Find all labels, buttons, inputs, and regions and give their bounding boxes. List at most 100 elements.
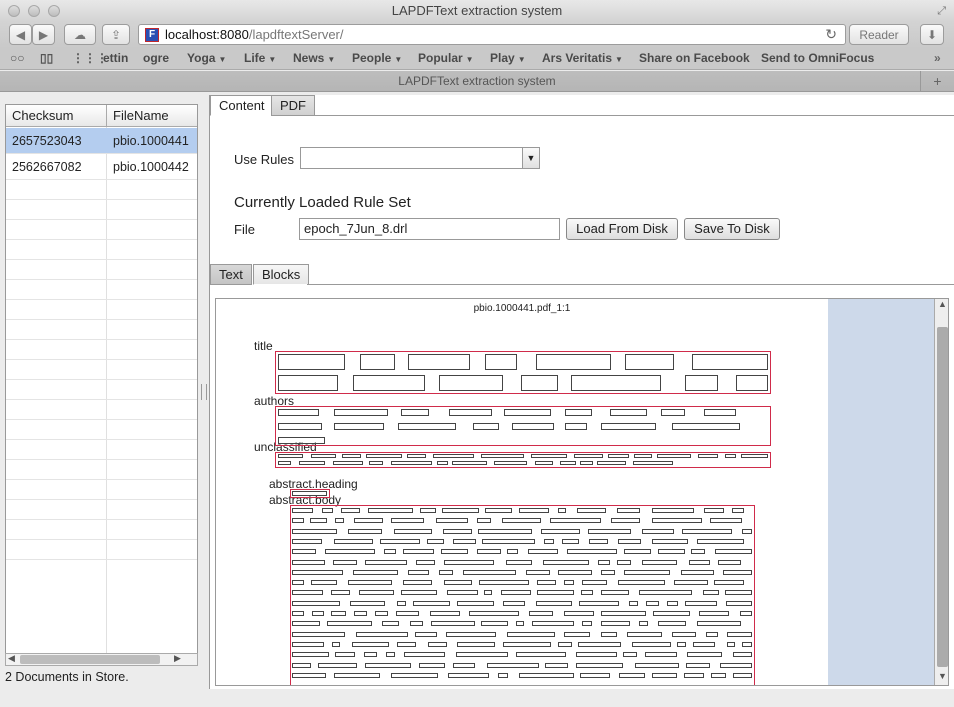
word-box (690, 549, 705, 555)
bookmark-ogre[interactable]: ogre (143, 51, 169, 65)
word-box (348, 580, 392, 586)
word-box (485, 354, 517, 370)
table-row[interactable]: 2657523043 pbio.1000441 (6, 128, 197, 154)
minimize-window-icon[interactable] (28, 5, 40, 17)
word-box (685, 662, 711, 668)
word-box (580, 672, 611, 678)
load-from-disk-button[interactable]: Load From Disk (566, 218, 678, 240)
bookmark-yoga[interactable]: Yoga ▼ (187, 51, 226, 65)
word-box (367, 508, 413, 513)
empty-table-row (6, 380, 197, 400)
word-box (390, 461, 432, 465)
scroll-right-icon[interactable]: ▶ (174, 653, 181, 664)
bookmark-popular[interactable]: Popular ▼ (418, 51, 474, 65)
tab-blocks[interactable]: Blocks (253, 264, 310, 285)
word-box (292, 508, 314, 513)
vertical-scroll-thumb[interactable] (937, 327, 948, 667)
save-to-disk-button[interactable]: Save To Disk (684, 218, 780, 240)
close-window-icon[interactable] (8, 5, 20, 17)
tab-pdf[interactable]: PDF (271, 95, 315, 116)
scroll-down-icon[interactable]: ▼ (938, 671, 947, 681)
word-box (359, 590, 394, 596)
word-box (632, 641, 671, 647)
use-rules-select[interactable]: ▼ (300, 147, 540, 169)
word-box (541, 528, 580, 534)
bookmark-life[interactable]: Life ▼ (244, 51, 276, 65)
word-box (726, 631, 752, 637)
word-box (292, 662, 311, 668)
bookmark-ettin[interactable]: ettin (103, 51, 128, 65)
word-box (692, 641, 715, 647)
word-box (531, 454, 568, 458)
horizontal-scrollbar[interactable]: ◀ ▶ (5, 653, 198, 666)
word-box (427, 641, 447, 647)
word-box (624, 354, 675, 370)
word-box (403, 580, 433, 586)
word-box (385, 652, 395, 658)
word-box (732, 508, 744, 513)
zoom-window-icon[interactable] (48, 5, 60, 17)
word-box (588, 538, 608, 544)
bookmarks-book-icon[interactable]: ▯▯ (40, 51, 53, 65)
word-box (292, 528, 337, 534)
word-box (609, 409, 648, 416)
reader-button[interactable]: Reader (849, 24, 909, 45)
share-button[interactable]: ⇪ (102, 24, 130, 45)
word-box (671, 631, 696, 637)
column-header-checksum[interactable]: Checksum (6, 105, 107, 127)
scroll-left-icon[interactable]: ◀ (8, 653, 15, 664)
table-row[interactable]: 2562667082 pbio.1000442 (6, 154, 197, 180)
more-bookmarks-icon[interactable]: » (934, 51, 941, 65)
scroll-up-icon[interactable]: ▲ (938, 299, 947, 309)
word-box (502, 600, 525, 606)
column-header-filename[interactable]: FileName (107, 105, 197, 127)
vertical-scrollbar[interactable]: ▲ ▼ (934, 299, 948, 685)
word-box (579, 600, 620, 606)
horizontal-scroll-thumb[interactable] (20, 655, 160, 664)
address-bar[interactable]: F localhost:8080/lapdftextServer/ ↻ (138, 24, 846, 45)
word-box (292, 559, 326, 565)
back-button[interactable]: ◀ (9, 24, 32, 45)
word-box (352, 375, 425, 391)
word-box (680, 569, 714, 575)
bookmark-news[interactable]: News ▼ (293, 51, 335, 65)
word-box (564, 423, 588, 430)
download-button[interactable]: ⬇ (920, 24, 944, 45)
tab-text[interactable]: Text (210, 264, 252, 285)
bookmark-send-to-omnifocus[interactable]: Send to OmniFocus (761, 51, 874, 65)
bookmark-play[interactable]: Play ▼ (490, 51, 526, 65)
bookmark-label: Popular (418, 51, 463, 65)
word-box (381, 621, 400, 627)
icloud-tabs-button[interactable]: ☁ (64, 24, 96, 45)
pane-splitter[interactable] (199, 92, 209, 692)
forward-button[interactable]: ▶ (32, 24, 55, 45)
new-tab-icon[interactable]: + (920, 71, 954, 92)
bookmark-ars-veritatis[interactable]: Ars Veritatis ▼ (542, 51, 623, 65)
filename-cell: pbio.1000441 (113, 134, 189, 148)
word-box (710, 672, 726, 678)
word-box (651, 672, 677, 678)
word-box (674, 580, 708, 586)
word-box (394, 528, 432, 534)
reading-list-icon[interactable]: ○○ (10, 51, 25, 65)
word-box (331, 611, 346, 616)
blocks-viewer[interactable]: pbio.1000441.pdf_1:1 title authors uncla… (215, 298, 949, 686)
word-box (312, 611, 325, 616)
tab-content[interactable]: Content (210, 95, 274, 116)
documents-table[interactable]: Checksum FileName 2657523043 pbio.100044… (5, 104, 198, 666)
word-box (327, 621, 372, 627)
reload-icon[interactable]: ↻ (825, 26, 837, 43)
file-field[interactable]: epoch_7Jun_8.drl (299, 218, 560, 240)
tab-title[interactable]: LAPDFText extraction system (398, 74, 555, 88)
word-box (478, 528, 532, 534)
word-box (334, 518, 345, 524)
word-box (292, 580, 305, 586)
bookmark-people[interactable]: People ▼ (352, 51, 402, 65)
bookmark-share-on-facebook[interactable]: Share on Facebook (639, 51, 750, 65)
word-box (658, 621, 687, 627)
word-box (332, 559, 358, 565)
word-box (292, 652, 329, 658)
fullscreen-icon[interactable]: ⤢ (937, 0, 946, 22)
word-box (438, 569, 454, 575)
word-box (739, 611, 752, 616)
